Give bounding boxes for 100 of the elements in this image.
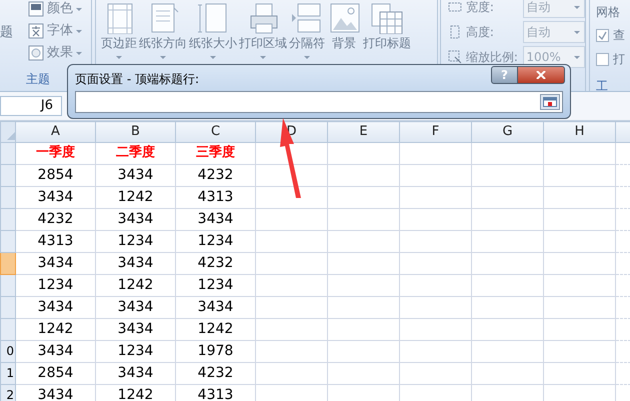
row-header[interactable] [0,164,16,186]
dropdown-field[interactable]: 自动 [523,0,585,18]
column-header[interactable]: B [96,122,176,142]
column-header[interactable]: C [176,122,256,142]
row-header[interactable]: 2 [0,384,16,401]
table-cell: 1242 [16,318,96,340]
table-cell: 3434 [96,164,176,186]
table-cell: 1242 [96,186,176,208]
table-cell: 2854 [16,362,96,384]
caret-icon [260,56,266,59]
table-cell: 三季度 [176,142,256,164]
font-icon [28,23,44,39]
caret-icon [574,56,580,58]
caret-icon [210,56,216,59]
collapse-icon [543,97,557,107]
row-header[interactable] [0,318,16,340]
field-label: 宽度: [466,0,495,16]
table-cell: 3434 [176,208,256,230]
close-icon [536,71,546,79]
table-cell: 3434 [16,296,96,318]
table-cell: 4313 [176,186,256,208]
collapse-button[interactable] [540,94,560,110]
table-cell: 1234 [96,230,176,252]
column-header[interactable]: F [400,122,472,142]
group-title: 网格 [596,4,621,20]
column-header[interactable]: H [544,122,616,142]
input-field[interactable] [75,91,563,113]
table-cell: 1234 [176,274,256,296]
caret-icon [76,52,82,54]
table-cell: 3434 [96,362,176,384]
table-cell: 4232 [176,252,256,274]
checkbox[interactable] [596,52,609,66]
table-cell: 3434 [176,296,256,318]
column-header[interactable]: E [328,122,400,142]
scale-icon [447,48,463,64]
table-cell: 3434 [16,186,96,208]
column-header[interactable]: A [16,122,96,142]
checkbox[interactable] [596,28,609,42]
row-header[interactable] [0,252,16,274]
row-header[interactable]: 0 [0,340,16,362]
dialog-title: 页面设置 - 顶端标题行: [75,71,200,88]
row-header[interactable] [0,142,16,164]
caret-icon [304,56,310,59]
table-cell: 4232 [176,164,256,186]
group-label: 主题 [26,71,50,88]
table-cell: 4232 [176,362,256,384]
row-header[interactable]: 1 [0,362,16,384]
table-cell: 1978 [176,340,256,362]
caret-icon [116,56,122,59]
row-header[interactable] [0,296,16,318]
menu-button[interactable]: 颜色 [28,0,82,19]
field-label: 缩放比例: [466,48,519,66]
table-icon [370,2,404,34]
page-setup-button[interactable]: 分隔符 [288,0,326,66]
row-header[interactable] [0,186,16,208]
dropdown-field[interactable]: 自动 [523,20,585,42]
table-cell: 3434 [96,318,176,340]
select-all-corner[interactable] [0,122,16,142]
page-setup-button[interactable]: 页边距 [100,0,138,66]
table-cell: 1234 [96,340,176,362]
field-label: 高度: [466,24,495,40]
caret-icon [76,30,82,32]
table-cell: 4313 [16,230,96,252]
menu-button[interactable]: 字体 [28,21,82,41]
page-setup-button[interactable]: 纸张大小 [188,0,238,66]
page-setup-button[interactable]: 纸张方向 [138,0,188,66]
table-cell: 1234 [16,274,96,296]
checkbox-label: 查 [613,27,625,44]
palette-icon [28,1,44,17]
table-cell: 二季度 [96,142,176,164]
caret-icon [574,30,580,34]
row-header[interactable] [0,274,16,296]
caret-icon [574,6,580,8]
check-icon [598,30,607,40]
close-button[interactable] [518,66,565,84]
table-cell: 3434 [96,208,176,230]
table-cell: 3434 [16,252,96,274]
table-cell: 4232 [16,208,96,230]
theme-button[interactable]: 题 [0,25,14,41]
column-header[interactable]: G [472,122,544,142]
width-icon [447,0,463,14]
page-setup-button[interactable]: 背景 [326,0,362,66]
name-box[interactable]: J6 [0,96,62,116]
dropdown-field[interactable]: 100% [523,46,585,68]
table-cell: 3434 [96,296,176,318]
caret-icon [76,8,82,10]
row-header[interactable] [0,208,16,230]
table-cell: 2854 [16,164,96,186]
checkbox-label: 打 [613,51,625,68]
table-cell: 3434 [16,340,96,362]
table-cell: 3434 [96,252,176,274]
table-cell: 1234 [176,230,256,252]
group-label: 工 [596,78,609,91]
table-cell: 一季度 [16,142,96,164]
menu-button[interactable]: 效果 [28,43,82,63]
caret-icon [160,56,166,59]
row-header[interactable] [0,230,16,252]
triangle-icon [7,132,15,140]
table-cell: 1242 [176,318,256,340]
table-cell: 1242 [96,274,176,296]
